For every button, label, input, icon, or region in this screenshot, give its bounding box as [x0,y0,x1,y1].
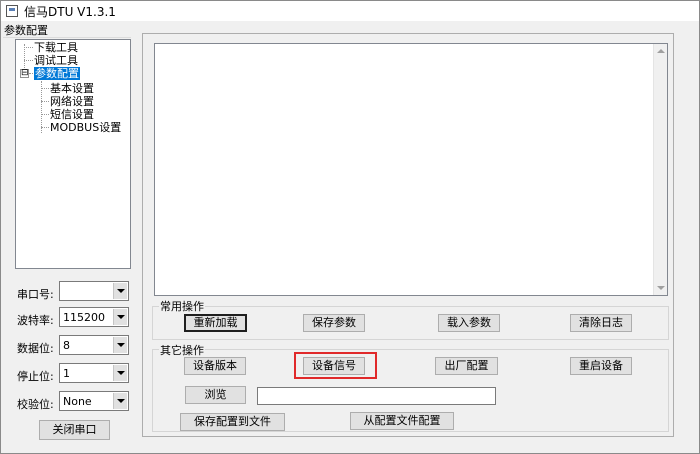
app-window: 信马DTU V1.3.1 参数配置 ⊟ 下载工具 调试工具 参数配置 基本设置 … [0,0,700,454]
port-label: 串口号: [17,288,54,301]
title-bar: 信马DTU V1.3.1 [1,1,699,21]
stopbits-label: 停止位: [17,370,54,383]
tree-item-modbus-settings[interactable]: MODBUS设置 [50,121,121,134]
tree-item-param-config[interactable]: 参数配置 [34,67,80,80]
load-params-button[interactable]: 载入参数 [438,314,500,332]
device-version-button[interactable]: 设备版本 [184,357,246,375]
databits-label: 数据位: [17,342,54,355]
scroll-down-icon[interactable] [657,286,665,290]
highlight-box [294,352,377,379]
save-params-button[interactable]: 保存参数 [303,314,365,332]
close-port-button[interactable]: 关闭串口 [39,420,110,440]
baud-select[interactable]: 115200 [59,307,129,327]
config-from-file-button[interactable]: 从配置文件配置 [350,412,454,430]
databits-select[interactable]: 8 [59,335,129,355]
baud-label: 波特率: [17,314,54,327]
other-ops-title: 其它操作 [159,342,205,358]
save-config-to-file-button[interactable]: 保存配置到文件 [180,413,285,431]
window-title: 信马DTU V1.3.1 [24,4,116,19]
parity-select[interactable]: None [59,391,129,411]
parity-label: 校验位: [17,398,54,411]
reload-button[interactable]: 重新加载 [184,314,247,332]
chevron-down-icon[interactable] [113,309,127,325]
log-output[interactable] [154,43,668,296]
tree-collapse-icon[interactable]: ⊟ [20,69,29,78]
file-path-input[interactable] [257,387,496,405]
factory-config-button[interactable]: 出厂配置 [435,357,498,375]
tree-item-download-tool[interactable]: 下载工具 [34,41,78,54]
log-scrollbar[interactable] [653,44,667,295]
tree-item-basic-settings[interactable]: 基本设置 [50,82,94,95]
app-icon [6,5,18,17]
restart-device-button[interactable]: 重启设备 [570,357,632,375]
chevron-down-icon[interactable] [113,337,127,353]
common-ops-title: 常用操作 [159,298,205,314]
port-select[interactable] [59,281,129,301]
scroll-up-icon[interactable] [657,49,665,53]
browse-button[interactable]: 浏览 [185,386,246,404]
nav-tree: ⊟ 下载工具 调试工具 参数配置 基本设置 网络设置 短信设置 MODBUS设置 [15,39,131,269]
panel-header: 参数配置 [3,22,131,38]
chevron-down-icon[interactable] [113,393,127,409]
stopbits-select[interactable]: 1 [59,363,129,383]
chevron-down-icon[interactable] [113,365,127,381]
chevron-down-icon[interactable] [113,283,127,299]
tree-item-debug-tool[interactable]: 调试工具 [34,54,78,67]
clear-log-button[interactable]: 清除日志 [570,314,632,332]
tree-item-network-settings[interactable]: 网络设置 [50,95,94,108]
tree-item-sms-settings[interactable]: 短信设置 [50,108,94,121]
